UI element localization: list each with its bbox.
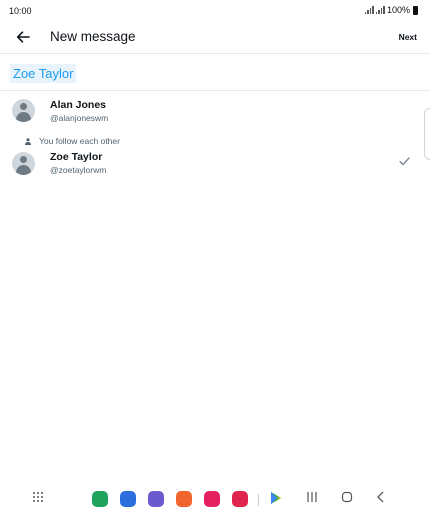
checkmark-icon — [399, 157, 410, 166]
recents-icon — [307, 492, 317, 502]
play-triangle-icon — [271, 492, 281, 504]
battery-percent: 100% — [386, 5, 410, 15]
app-drawer-button[interactable] — [32, 491, 44, 503]
home-icon — [341, 491, 353, 503]
search-query-text[interactable]: Zoe Taylor — [10, 64, 77, 83]
app-header: New message Next — [0, 24, 430, 54]
phone-app-icon[interactable] — [92, 491, 108, 507]
status-icons: 100% — [364, 5, 418, 15]
taskbar-divider — [258, 494, 259, 506]
back-arrow-icon — [16, 31, 30, 43]
signal-icon — [364, 6, 374, 14]
avatar — [12, 99, 35, 122]
status-bar: 10:00 100% — [0, 0, 430, 24]
social-context-text: You follow each other — [39, 136, 120, 146]
status-time: 10:00 — [9, 6, 32, 16]
home-button[interactable] — [341, 491, 353, 503]
system-navigation-bar — [0, 488, 430, 514]
flower-app-icon[interactable] — [204, 491, 220, 507]
contact-name: Alan Jones — [50, 99, 107, 111]
back-nav-button[interactable] — [376, 491, 386, 503]
avatar — [12, 152, 35, 175]
social-context: You follow each other — [25, 136, 120, 146]
contact-handle: @alanjoneswm — [50, 113, 109, 123]
page-title: New message — [50, 29, 136, 44]
play-store-icon[interactable] — [270, 491, 282, 505]
list-item[interactable]: Alan Jones @alanjoneswm — [0, 94, 430, 130]
next-button[interactable]: Next — [399, 32, 417, 42]
recipient-search-field[interactable]: Zoe Taylor — [0, 55, 430, 91]
contact-name: Zoe Taylor — [50, 151, 103, 163]
person-icon — [25, 137, 31, 145]
contact-handle: @zoetaylorwm — [50, 165, 107, 175]
edge-panel-handle[interactable] — [424, 108, 430, 160]
messages-app-icon[interactable] — [120, 491, 136, 507]
back-button[interactable] — [12, 26, 34, 48]
list-item[interactable]: Zoe Taylor @zoetaylorwm — [0, 148, 430, 184]
chevron-left-icon — [377, 491, 384, 503]
signal-icon-2 — [375, 6, 385, 14]
internet-app-icon[interactable] — [148, 491, 164, 507]
camera-app-icon[interactable] — [232, 491, 248, 507]
grid-icon — [33, 492, 43, 502]
recents-button[interactable] — [306, 491, 318, 503]
notes-app-icon[interactable] — [176, 491, 192, 507]
battery-icon — [413, 5, 418, 15]
